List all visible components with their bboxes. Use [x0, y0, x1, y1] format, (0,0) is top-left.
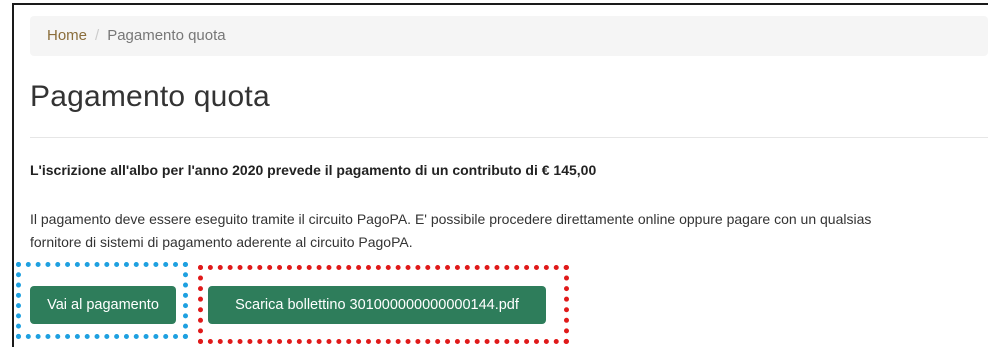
- download-bulletin-button[interactable]: Scarica bollettino 301000000000000144.pd…: [208, 286, 546, 324]
- payment-info: Il pagamento deve essere eseguito tramit…: [30, 208, 988, 254]
- breadcrumb: Home / Pagamento quota: [30, 16, 988, 56]
- breadcrumb-current: Pagamento quota: [107, 27, 226, 44]
- page-title: Pagamento quota: [30, 80, 270, 113]
- divider: [30, 137, 988, 138]
- breadcrumb-separator: /: [95, 27, 100, 44]
- breadcrumb-home-link[interactable]: Home: [47, 27, 87, 44]
- payment-info-line-1: Il pagamento deve essere eseguito tramit…: [30, 211, 872, 227]
- fee-notice: L'iscrizione all'albo per l'anno 2020 pr…: [30, 162, 597, 178]
- pay-button[interactable]: Vai al pagamento: [30, 286, 176, 324]
- payment-info-line-2: fornitore di sistemi di pagamento aderen…: [30, 234, 413, 250]
